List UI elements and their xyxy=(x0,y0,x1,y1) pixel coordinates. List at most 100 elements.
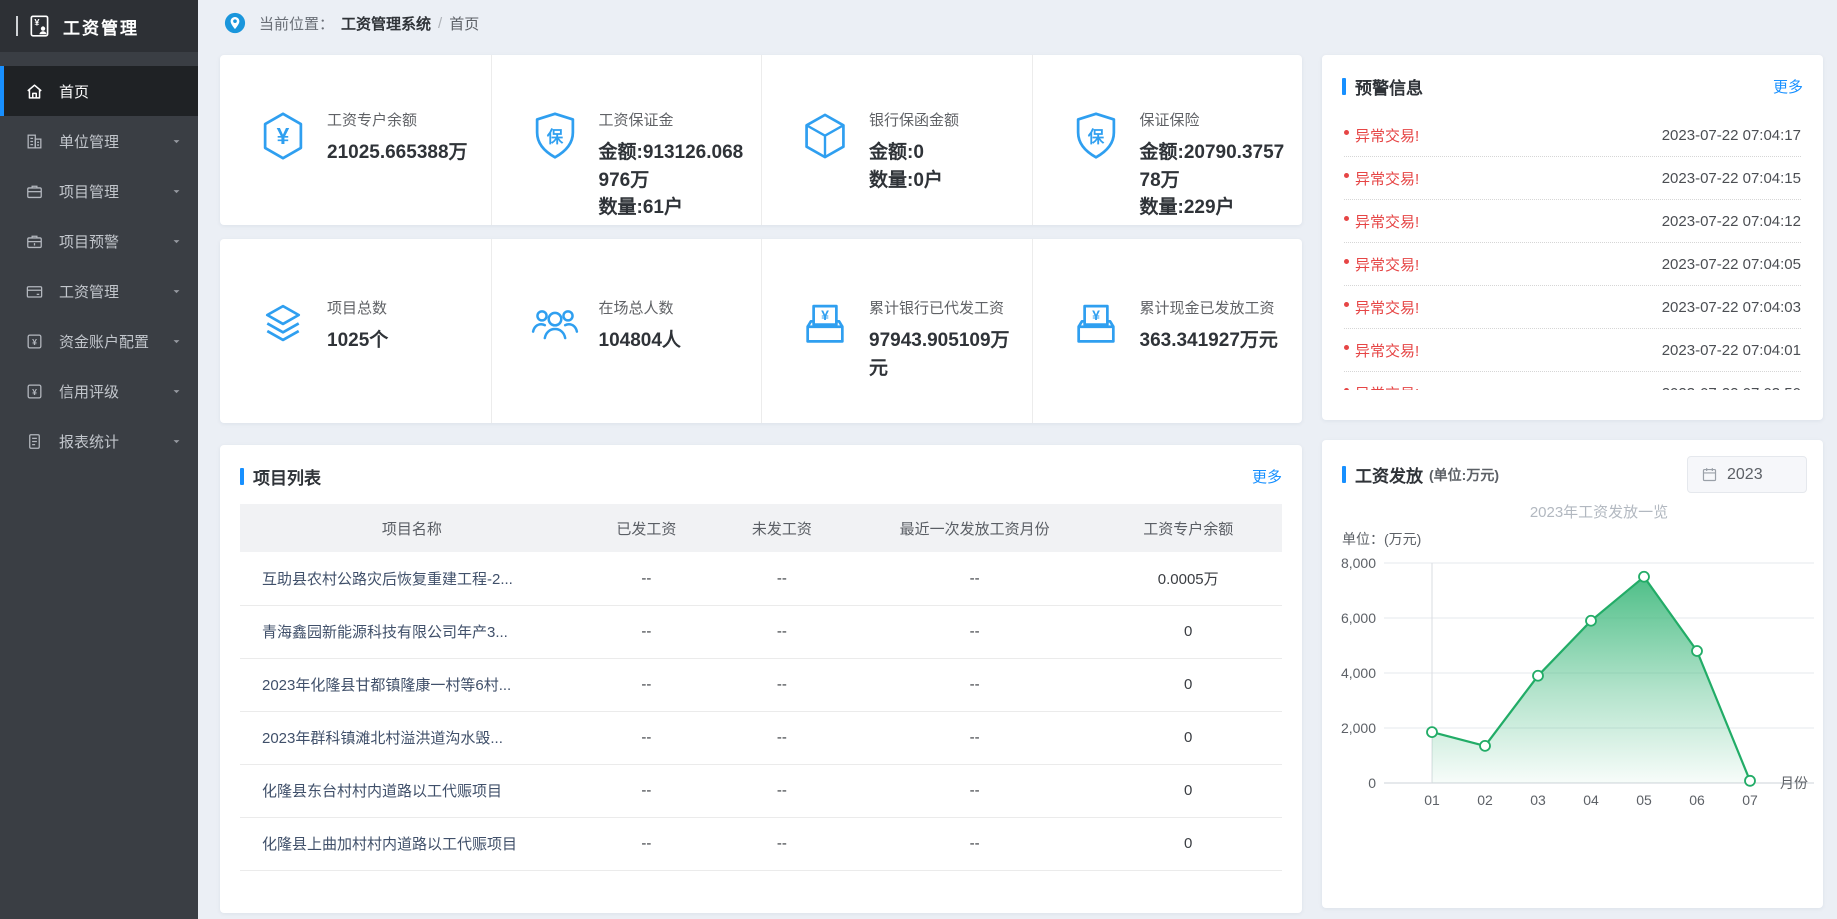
stat-card: ¥ 工资专户余额 21025.665388万 xyxy=(220,55,491,225)
project-cell-name: 2023年群科镇滩北村溢洪道沟水毁... xyxy=(240,711,584,764)
shield-bao-icon: 保 xyxy=(529,110,581,162)
table-header-row: 项目名称已发工资未发工资最近一次发放工资月份工资专户余额 xyxy=(240,504,1282,552)
svg-text:06: 06 xyxy=(1689,792,1705,808)
warning-text: 异常交易! xyxy=(1355,383,1419,391)
sidebar-item-3[interactable]: 项目管理 xyxy=(0,166,198,216)
warning-list-item[interactable]: 异常交易! 2023-07-22 07:04:05 xyxy=(1344,243,1801,286)
breadcrumb-root[interactable]: 工资管理系统 xyxy=(341,13,431,34)
svg-text:0: 0 xyxy=(1368,775,1376,791)
svg-text:01: 01 xyxy=(1424,792,1440,808)
sidebar-item-label: 单位管理 xyxy=(59,131,119,152)
sidebar-item-5[interactable]: 工资管理 xyxy=(0,266,198,316)
layers-icon xyxy=(257,298,309,350)
stat-card-value: 数量:229户 xyxy=(1140,194,1295,222)
project-cell-name: 2023年化隆县甘都镇隆康一村等6村... xyxy=(240,658,584,711)
table-column-header: 未发工资 xyxy=(709,504,855,552)
table-column-header: 工资专户余额 xyxy=(1094,504,1282,552)
project-table-row[interactable]: 化隆县上曲加村村内道路以工代赈项目------0 xyxy=(240,817,1282,870)
project-table-row[interactable]: ————————————————————— xyxy=(240,870,1282,896)
project-cell-balance: 0 xyxy=(1094,764,1282,817)
salary-chart-header: 工资发放 (单位:万元) 2023 xyxy=(1322,440,1823,497)
svg-text:¥: ¥ xyxy=(277,123,290,149)
project-cell-paid: -- xyxy=(584,711,709,764)
stat-card-value: 数量:0户 xyxy=(869,167,959,195)
project-cell-balance: —————— xyxy=(1094,870,1282,896)
sidebar-item-label: 工资管理 xyxy=(59,281,119,302)
sidebar-item-8[interactable]: 报表统计 xyxy=(0,416,198,466)
stat-card-value: 金额:913126.068976万 xyxy=(599,139,754,194)
alert-dot-icon xyxy=(1344,173,1349,178)
stat-card: 保 保证保险 金额:20790.375778万数量:229户 xyxy=(1032,55,1303,225)
sidebar-item-1[interactable]: 首页 xyxy=(0,66,198,116)
warning-more-link[interactable]: 更多 xyxy=(1773,76,1803,97)
stat-card-row-1: ¥ 工资专户余额 21025.665388万 保 工资保证金 金额:913126… xyxy=(220,55,1302,225)
sidebar-item-2[interactable]: 单位管理 xyxy=(0,116,198,166)
project-cell-paid: -- xyxy=(584,552,709,605)
breadcrumb-prefix: 当前位置： xyxy=(259,13,334,34)
stat-card-label: 银行保函金额 xyxy=(869,109,959,130)
alert-dot-icon xyxy=(1344,388,1349,391)
project-table-row[interactable]: 2023年化隆县甘都镇隆康一村等6村...------0 xyxy=(240,658,1282,711)
caret-down-icon xyxy=(171,186,182,197)
breadcrumb-current[interactable]: 首页 xyxy=(449,13,479,34)
section-accent-bar xyxy=(1342,466,1346,483)
warning-list-item[interactable]: 异常交易! 2023-07-22 07:04:17 xyxy=(1344,114,1801,157)
sidebar: ¥ 工资管理 首页 单位管理 项目管理 项目预警 工资管理 ¥ 资金账户配置 ¥… xyxy=(0,0,198,919)
project-cell-last_month: -- xyxy=(855,658,1095,711)
alert-dot-icon xyxy=(1344,345,1349,350)
svg-text:04: 04 xyxy=(1583,792,1599,808)
project-cell-last_month: -- xyxy=(855,764,1095,817)
alert-dot-icon xyxy=(1344,302,1349,307)
project-cell-unpaid: -- xyxy=(709,658,855,711)
svg-text:8,000: 8,000 xyxy=(1341,555,1376,571)
stat-card-value: 21025.665388万 xyxy=(327,139,468,167)
project-cell-unpaid: -- xyxy=(709,552,855,605)
project-cell-name: 互助县农村公路灾后恢复重建工程-2... xyxy=(240,552,584,605)
stat-card: 银行保函金额 金额:0数量:0户 xyxy=(761,55,1032,225)
sidebar-item-label: 首页 xyxy=(59,81,89,102)
warning-list: 异常交易! 2023-07-22 07:04:17 异常交易! 2023-07-… xyxy=(1322,112,1823,390)
project-cell-paid: -- xyxy=(584,605,709,658)
stat-card: 项目总数 1025个 xyxy=(220,239,491,423)
stat-card: 保 工资保证金 金额:913126.068976万数量:61户 xyxy=(491,55,762,225)
project-list-more-link[interactable]: 更多 xyxy=(1252,466,1282,487)
svg-text:4,000: 4,000 xyxy=(1341,665,1376,681)
stat-card-value: 金额:20790.375778万 xyxy=(1140,139,1295,194)
sidebar-item-label: 信用评级 xyxy=(59,381,119,402)
people-group-icon xyxy=(529,298,581,350)
warning-text: 异常交易! xyxy=(1355,297,1419,318)
project-table-row[interactable]: 互助县农村公路灾后恢复重建工程-2...------0.0005万 xyxy=(240,552,1282,605)
project-table-row[interactable]: 青海鑫园新能源科技有限公司年产3...------0 xyxy=(240,605,1282,658)
year-picker[interactable]: 2023 xyxy=(1687,456,1807,493)
svg-text:2,000: 2,000 xyxy=(1341,720,1376,736)
warning-list-item[interactable]: 异常交易! 2023-07-22 07:04:01 xyxy=(1344,329,1801,372)
svg-text:¥: ¥ xyxy=(32,386,37,396)
warning-list-item[interactable]: 异常交易! 2023-07-22 07:04:12 xyxy=(1344,200,1801,243)
section-accent-bar xyxy=(240,468,244,485)
sidebar-item-6[interactable]: ¥ 资金账户配置 xyxy=(0,316,198,366)
warning-list-item[interactable]: 异常交易! 2023-07-22 07:04:03 xyxy=(1344,286,1801,329)
salary-chart-title: 工资发放 xyxy=(1355,462,1423,487)
warning-panel-header: 预警信息 更多 xyxy=(1322,55,1823,112)
warning-list-item[interactable]: 异常交易! 2023-07-22 07:04:15 xyxy=(1344,157,1801,200)
sidebar-item-4[interactable]: 项目预警 xyxy=(0,216,198,266)
caret-down-icon xyxy=(171,436,182,447)
warning-text: 异常交易! xyxy=(1355,340,1419,361)
project-table-row[interactable]: 化隆县东台村村内道路以工代赈项目------0 xyxy=(240,764,1282,817)
project-list-header: 项目列表 更多 xyxy=(220,445,1302,502)
alert-dot-icon xyxy=(1344,259,1349,264)
stat-card-label: 保证保险 xyxy=(1140,109,1295,130)
project-cell-unpaid: -- xyxy=(709,764,855,817)
stat-card-value: 104804人 xyxy=(599,327,681,355)
warning-list-item[interactable]: 异常交易! 2023-07-22 07:03:50 xyxy=(1344,372,1801,390)
warning-text: 异常交易! xyxy=(1355,211,1419,232)
stat-card-label: 工资专户余额 xyxy=(327,109,468,130)
sidebar-item-7[interactable]: ¥ 信用评级 xyxy=(0,366,198,416)
salary-chart-unit: (单位:万元) xyxy=(1429,465,1499,485)
project-cell-last_month: -- xyxy=(855,711,1095,764)
svg-text:02: 02 xyxy=(1477,792,1493,808)
stat-card-value: 363.341927万元 xyxy=(1140,327,1278,355)
svg-text:保: 保 xyxy=(1086,127,1104,146)
project-table-row[interactable]: 2023年群科镇滩北村溢洪道沟水毁...------0 xyxy=(240,711,1282,764)
caret-down-icon xyxy=(171,286,182,297)
